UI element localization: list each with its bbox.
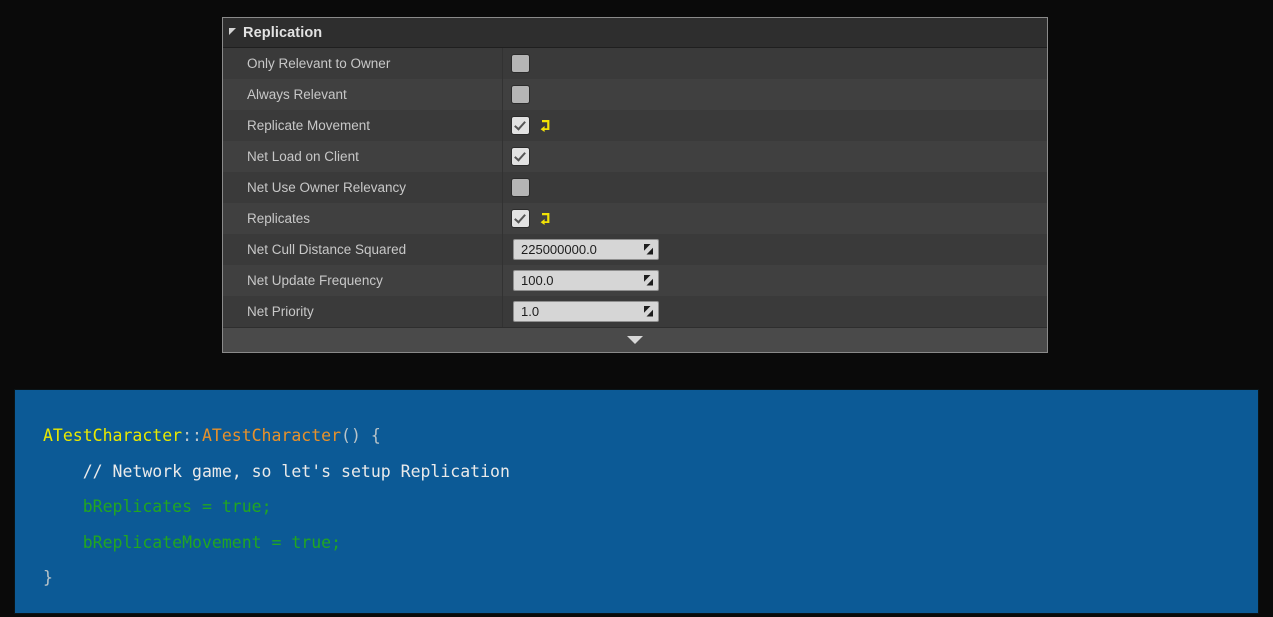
code-token: bReplicates	[83, 497, 192, 516]
property-value	[502, 55, 1047, 72]
property-row: Always Relevant	[223, 79, 1047, 110]
property-label: Net Use Owner Relevancy	[223, 180, 502, 195]
code-line: ATestCharacter::ATestCharacter() {	[43, 418, 1258, 454]
property-row: Net Cull Distance Squared 225000000.0	[223, 234, 1047, 265]
code-token: // Network game, so let's setup Replicat…	[83, 462, 510, 481]
property-row: Net Priority 1.0	[223, 296, 1047, 327]
panel-footer[interactable]	[223, 327, 1047, 352]
category-header-replication[interactable]: Replication	[223, 18, 1047, 48]
property-value	[502, 210, 1047, 227]
category-title: Replication	[243, 25, 322, 41]
reset-to-default-icon[interactable]	[538, 119, 551, 132]
code-token: =	[262, 533, 292, 552]
drag-value-corner-icon[interactable]	[642, 305, 655, 318]
numeric-input[interactable]: 225000000.0	[513, 239, 659, 260]
numeric-value: 1.0	[521, 305, 539, 318]
drag-value-corner-icon[interactable]	[642, 274, 655, 287]
property-label: Replicate Movement	[223, 118, 502, 133]
property-value	[502, 148, 1047, 165]
property-label: Net Update Frequency	[223, 273, 502, 288]
code-line: bReplicates = true;	[43, 489, 1258, 525]
code-token: }	[43, 568, 53, 587]
numeric-input[interactable]: 1.0	[513, 301, 659, 322]
property-label: Always Relevant	[223, 87, 502, 102]
drag-value-corner-icon[interactable]	[642, 243, 655, 256]
numeric-value: 225000000.0	[521, 243, 597, 256]
property-label: Net Load on Client	[223, 149, 502, 164]
checkbox-checked[interactable]	[512, 148, 529, 165]
code-token: ATestCharacter	[202, 426, 341, 445]
property-label: Replicates	[223, 211, 502, 226]
property-value: 1.0	[502, 301, 1047, 322]
code-token: ::	[182, 426, 202, 445]
property-row: Net Update Frequency 100.0	[223, 265, 1047, 296]
chevron-down-icon[interactable]	[627, 336, 643, 344]
property-value	[502, 117, 1047, 134]
property-value: 225000000.0	[502, 239, 1047, 260]
code-token: bReplicateMovement	[83, 533, 262, 552]
numeric-value: 100.0	[521, 274, 554, 287]
code-token: ;	[331, 533, 341, 552]
code-line: bReplicateMovement = true;	[43, 525, 1258, 561]
property-row: Only Relevant to Owner	[223, 48, 1047, 79]
column-splitter[interactable]	[502, 48, 503, 327]
property-row: Net Use Owner Relevancy	[223, 172, 1047, 203]
property-value	[502, 86, 1047, 103]
property-row: Net Load on Client	[223, 141, 1047, 172]
code-block: ATestCharacter::ATestCharacter() { // Ne…	[14, 389, 1259, 614]
property-rows: Only Relevant to Owner Always Relevant Rep…	[223, 48, 1047, 327]
code-token: ;	[262, 497, 272, 516]
numeric-input[interactable]: 100.0	[513, 270, 659, 291]
property-label: Only Relevant to Owner	[223, 56, 502, 71]
code-token: true	[291, 533, 331, 552]
code-lines: ATestCharacter::ATestCharacter() { // Ne…	[15, 390, 1258, 596]
code-token: ATestCharacter	[43, 426, 182, 445]
property-row: Replicates	[223, 203, 1047, 234]
property-label: Net Cull Distance Squared	[223, 242, 502, 257]
checkbox-unchecked[interactable]	[512, 55, 529, 72]
code-line: }	[43, 560, 1258, 596]
property-value	[502, 179, 1047, 196]
checkbox-unchecked[interactable]	[512, 86, 529, 103]
property-row: Replicate Movement	[223, 110, 1047, 141]
checkbox-unchecked[interactable]	[512, 179, 529, 196]
checkbox-checked[interactable]	[512, 117, 529, 134]
triangle-down-icon[interactable]	[229, 28, 236, 35]
code-token: true	[222, 497, 262, 516]
property-label: Net Priority	[223, 304, 502, 319]
code-token: =	[192, 497, 222, 516]
checkbox-checked[interactable]	[512, 210, 529, 227]
code-line: // Network game, so let's setup Replicat…	[43, 454, 1258, 490]
reset-to-default-icon[interactable]	[538, 212, 551, 225]
replication-details-panel: Replication Only Relevant to Owner Always…	[222, 17, 1048, 353]
code-token: () {	[341, 426, 381, 445]
property-value: 100.0	[502, 270, 1047, 291]
